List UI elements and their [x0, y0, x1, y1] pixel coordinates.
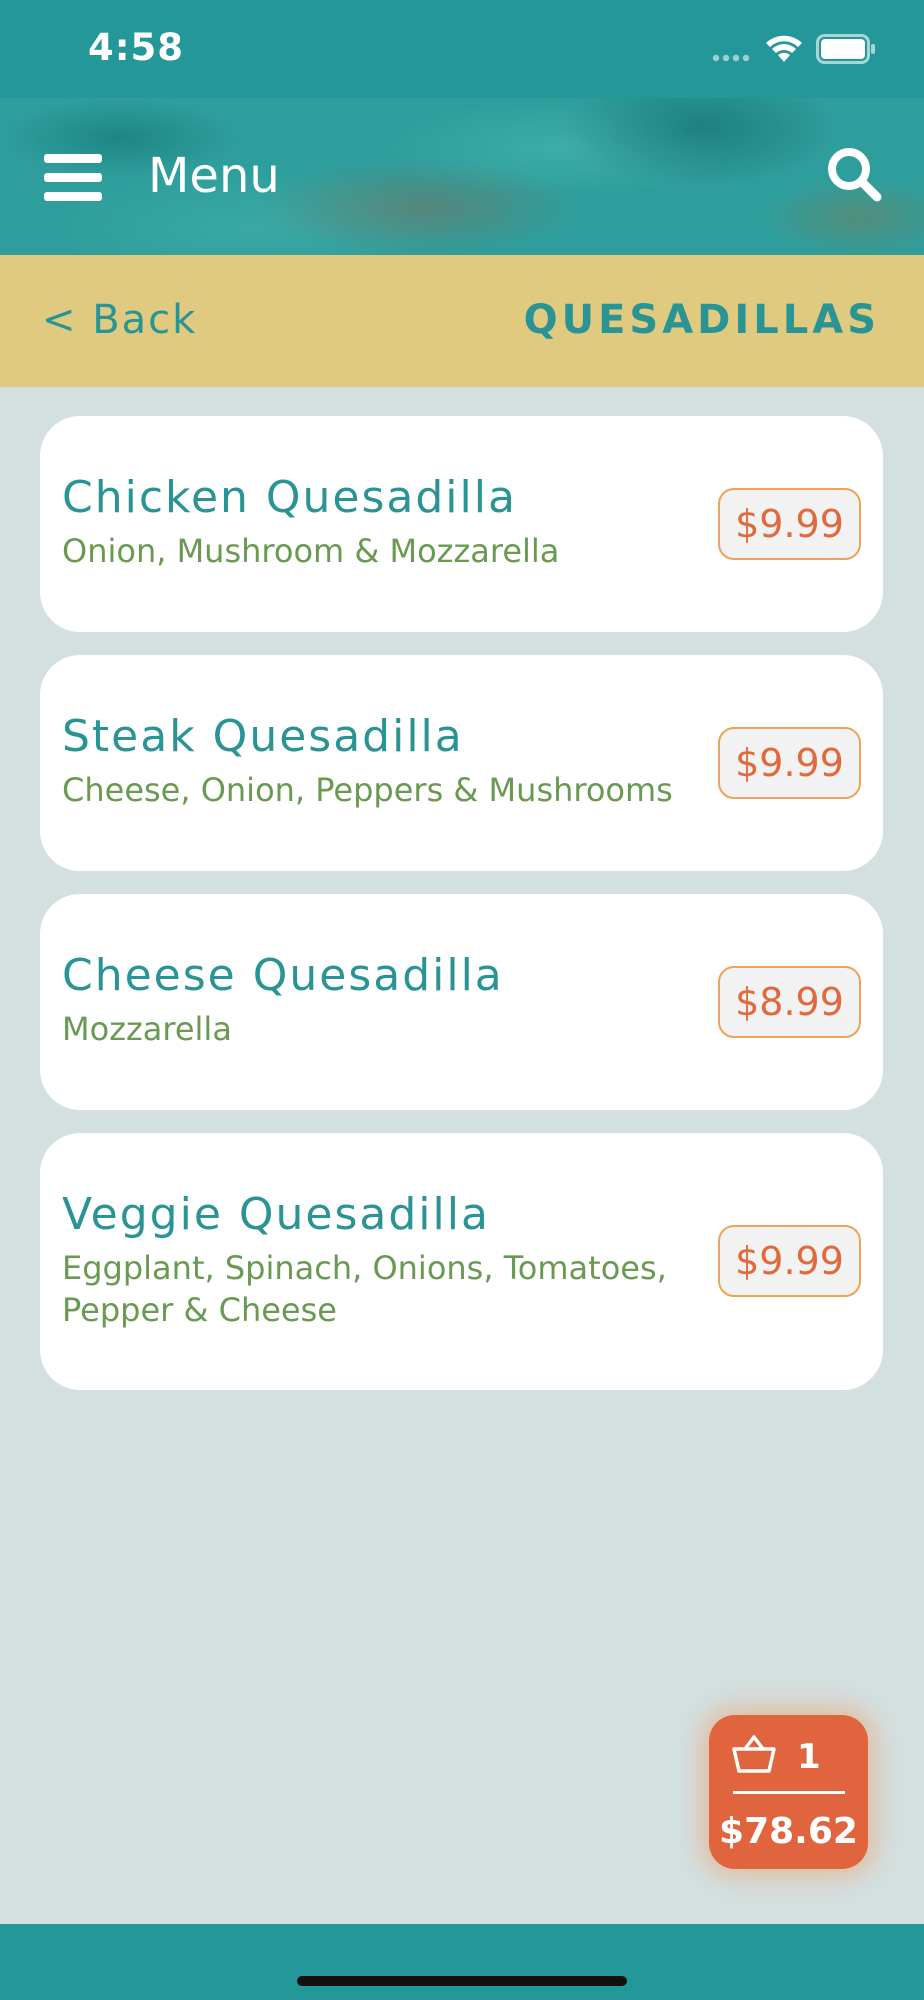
cart-button[interactable]: 1 $78.62 [709, 1715, 868, 1869]
item-name: Steak Quesadilla [62, 711, 464, 762]
cart-total: $78.62 [719, 1811, 858, 1852]
bottom-bar [0, 1924, 924, 2000]
menu-item-card[interactable]: Chicken Quesadilla Onion, Mushroom & Moz… [40, 416, 883, 632]
hamburger-icon[interactable] [44, 154, 102, 202]
cart-count: 1 [797, 1737, 821, 1777]
price-badge[interactable]: $8.99 [718, 966, 861, 1038]
home-indicator[interactable] [297, 1976, 627, 1986]
menu-item-card[interactable]: Cheese Quesadilla Mozzarella $8.99 [40, 894, 883, 1110]
status-bar: 4:58 [0, 0, 924, 98]
search-icon[interactable] [826, 146, 882, 202]
basket-icon [732, 1735, 776, 1773]
page-title: Menu [148, 148, 280, 204]
item-name: Cheese Quesadilla [62, 950, 504, 1001]
price-badge[interactable]: $9.99 [718, 1225, 861, 1297]
battery-icon [816, 34, 875, 64]
cart-divider [733, 1791, 845, 1794]
item-description: Mozzarella [62, 1010, 232, 1048]
price-badge[interactable]: $9.99 [718, 488, 861, 560]
item-description: Cheese, Onion, Peppers & Mushrooms [62, 771, 673, 809]
category-bar: < Back QUESADILLAS [0, 255, 924, 387]
wifi-icon [766, 35, 802, 62]
item-description: Eggplant, Spinach, Onions, Tomatoes, Pep… [62, 1249, 667, 1329]
menu-item-card[interactable]: Veggie Quesadilla Eggplant, Spinach, Oni… [40, 1133, 883, 1390]
cellular-signal-icon [712, 54, 750, 62]
item-name: Chicken Quesadilla [62, 472, 517, 523]
status-time: 4:58 [88, 26, 185, 69]
item-description: Onion, Mushroom & Mozzarella [62, 532, 560, 570]
item-name: Veggie Quesadilla [62, 1189, 490, 1240]
back-button[interactable]: < Back [42, 297, 197, 343]
menu-item-card[interactable]: Steak Quesadilla Cheese, Onion, Peppers … [40, 655, 883, 871]
category-title: QUESADILLAS [523, 297, 880, 343]
price-badge[interactable]: $9.99 [718, 727, 861, 799]
header: Menu [0, 98, 924, 255]
